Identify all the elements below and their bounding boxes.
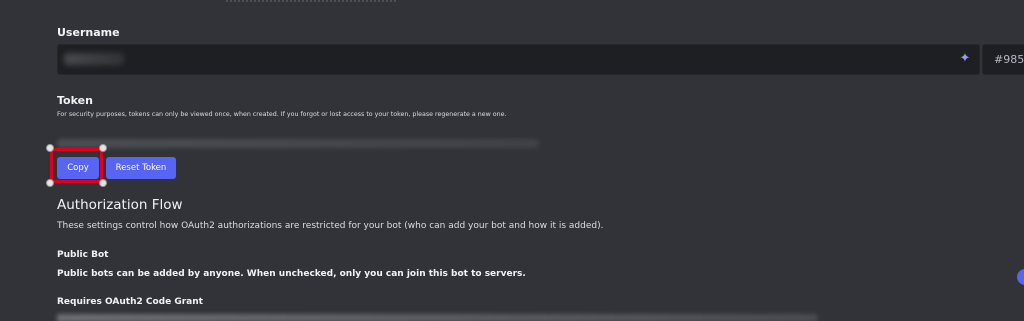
public-bot-toggle[interactable] bbox=[1017, 269, 1024, 285]
resize-handle bbox=[99, 144, 107, 152]
authorization-flow-description: These settings control how OAuth2 author… bbox=[57, 221, 604, 231]
authorization-flow-title: Authorization Flow bbox=[57, 197, 183, 213]
discriminator-field[interactable]: #985 bbox=[982, 44, 1024, 75]
resize-handle bbox=[99, 179, 107, 187]
code-grant-description bbox=[57, 314, 817, 321]
public-bot-description: Public bots can be added by anyone. When… bbox=[57, 269, 526, 279]
discriminator-value: #985 bbox=[994, 53, 1024, 66]
resize-handle bbox=[46, 144, 54, 152]
username-input[interactable]: ●●●●●●●● bbox=[57, 44, 980, 75]
resize-handle bbox=[46, 179, 54, 187]
reset-token-button[interactable]: Reset Token bbox=[106, 157, 176, 179]
highlight-annotation bbox=[50, 148, 103, 183]
top-divider bbox=[226, 0, 396, 5]
sparkle-icon[interactable]: ✦ bbox=[958, 52, 972, 66]
bot-settings-page: Username ●●●●●●●● ✦ #985 Token For secur… bbox=[0, 0, 1024, 321]
username-label: Username bbox=[57, 26, 120, 39]
public-bot-title: Public Bot bbox=[57, 250, 109, 260]
token-value: ●●●●●●●●●●●●●●●●●●●●●●●●●●●●●● bbox=[57, 139, 539, 148]
username-value: ●●●●●●●● bbox=[64, 53, 124, 65]
code-grant-title: Requires OAuth2 Code Grant bbox=[57, 297, 203, 307]
token-label: Token bbox=[57, 94, 93, 107]
token-description: For security purposes, tokens can only b… bbox=[57, 111, 507, 118]
